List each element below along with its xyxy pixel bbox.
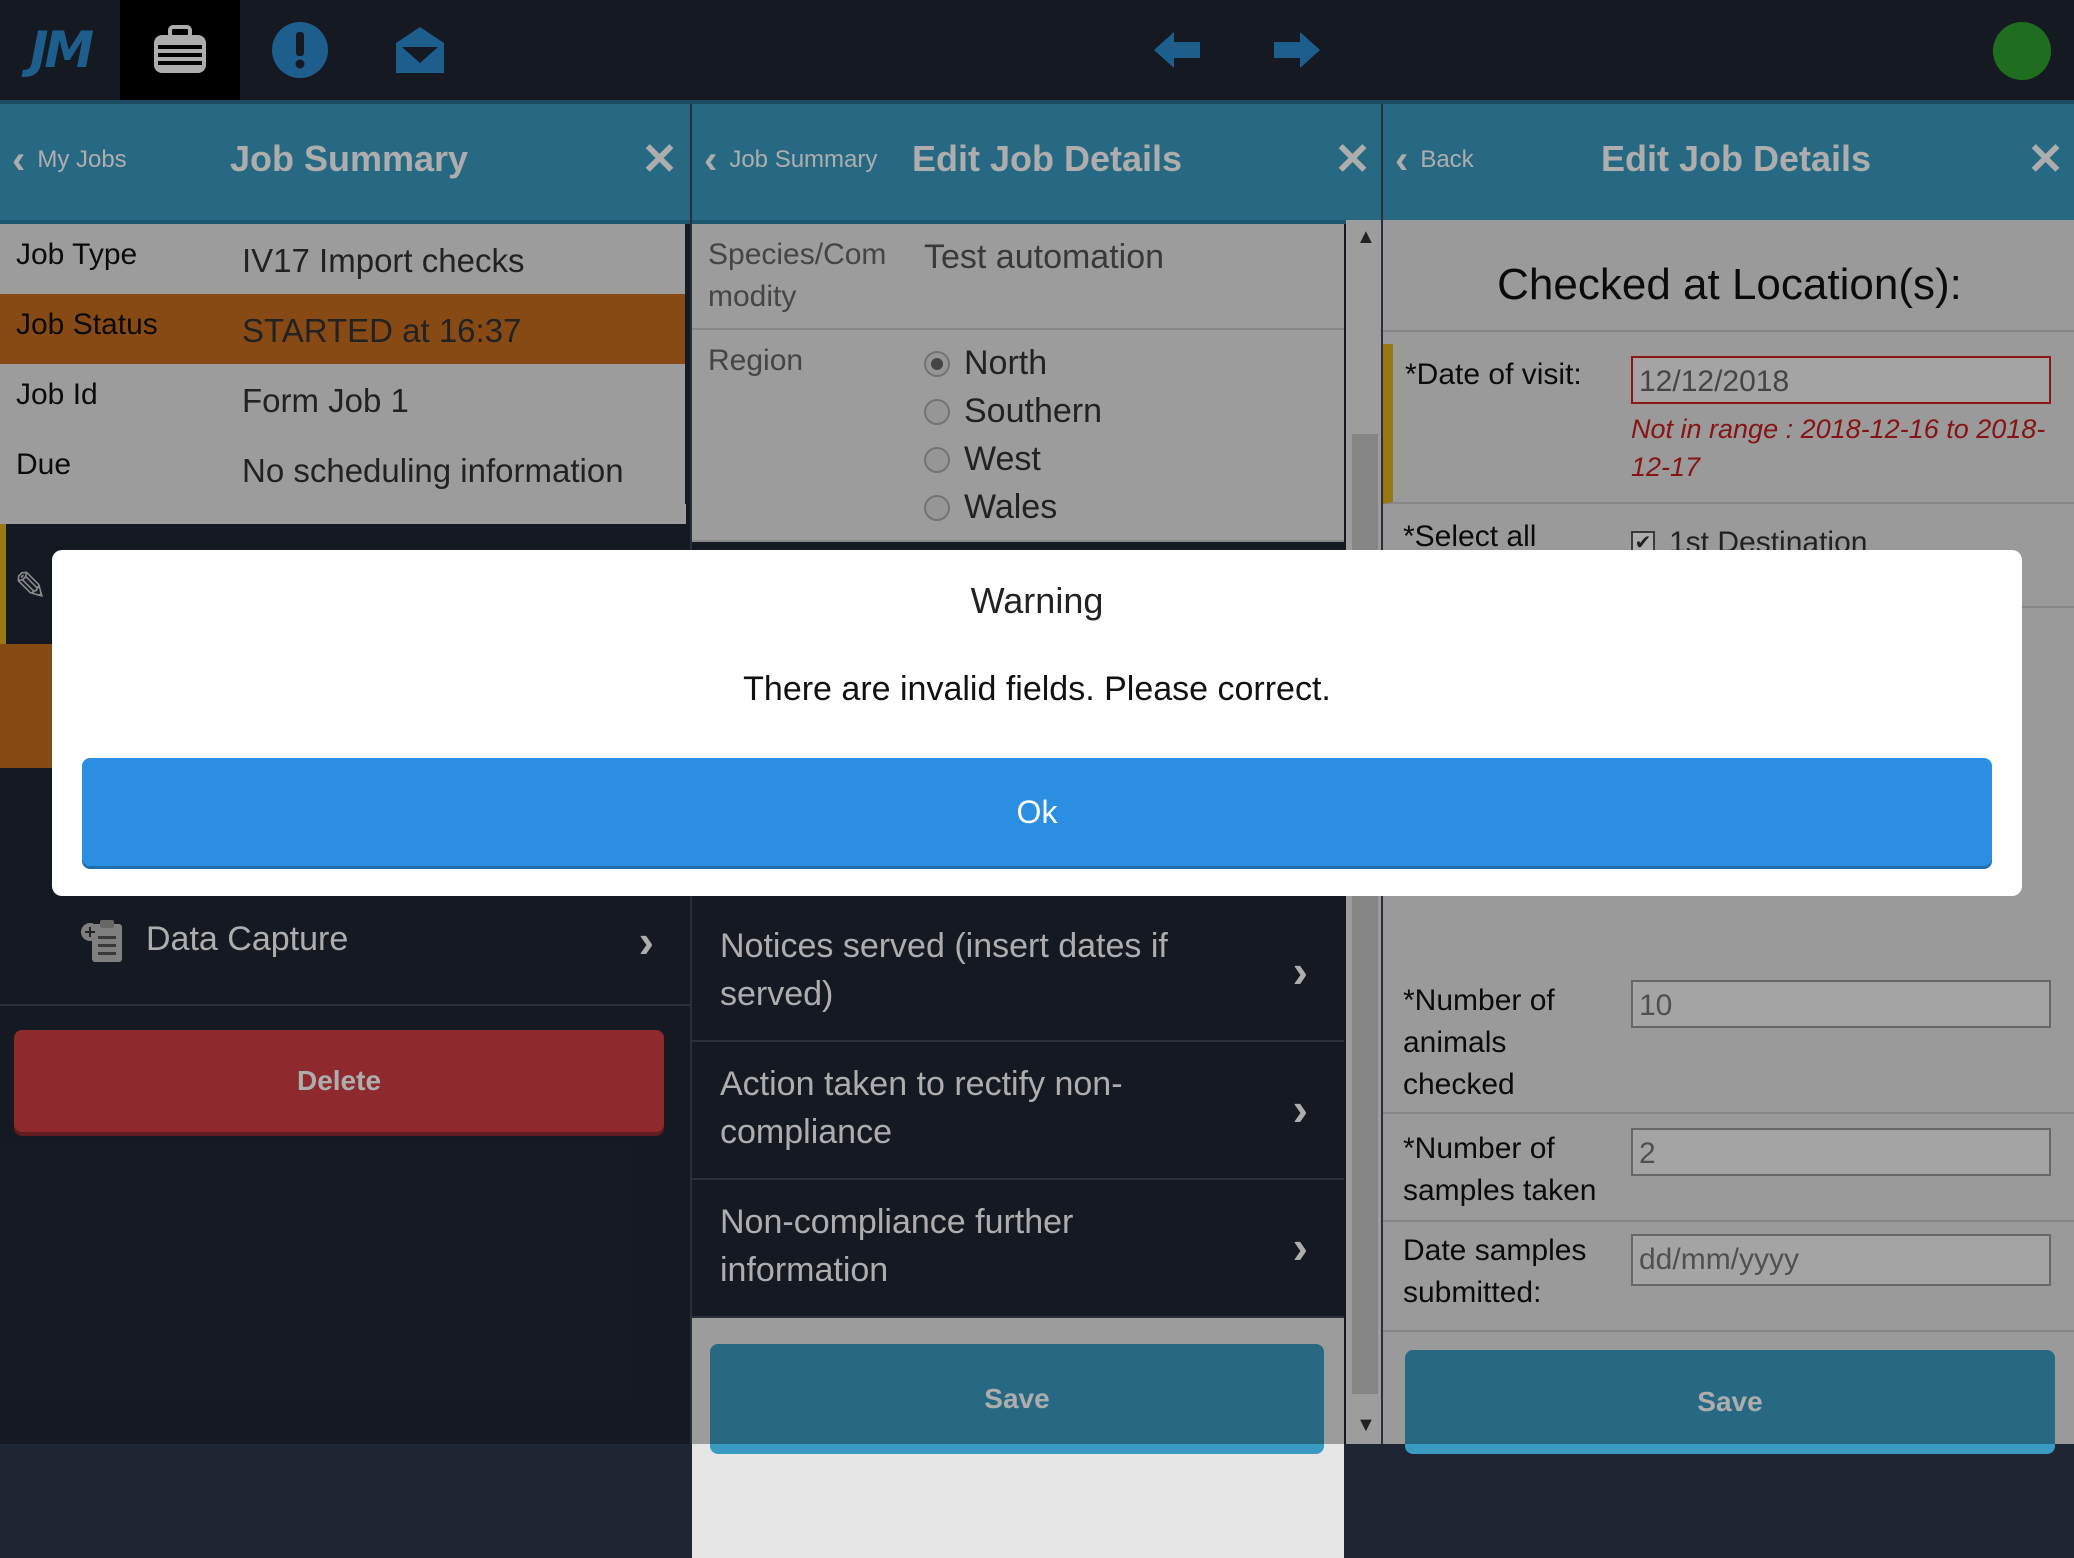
ok-button[interactable]: Ok [82,758,1992,866]
dialog-message: There are invalid fields. Please correct… [743,670,1331,708]
dialog-title: Warning [970,580,1104,621]
warning-dialog: Warning There are invalid fields. Please… [52,550,2022,896]
